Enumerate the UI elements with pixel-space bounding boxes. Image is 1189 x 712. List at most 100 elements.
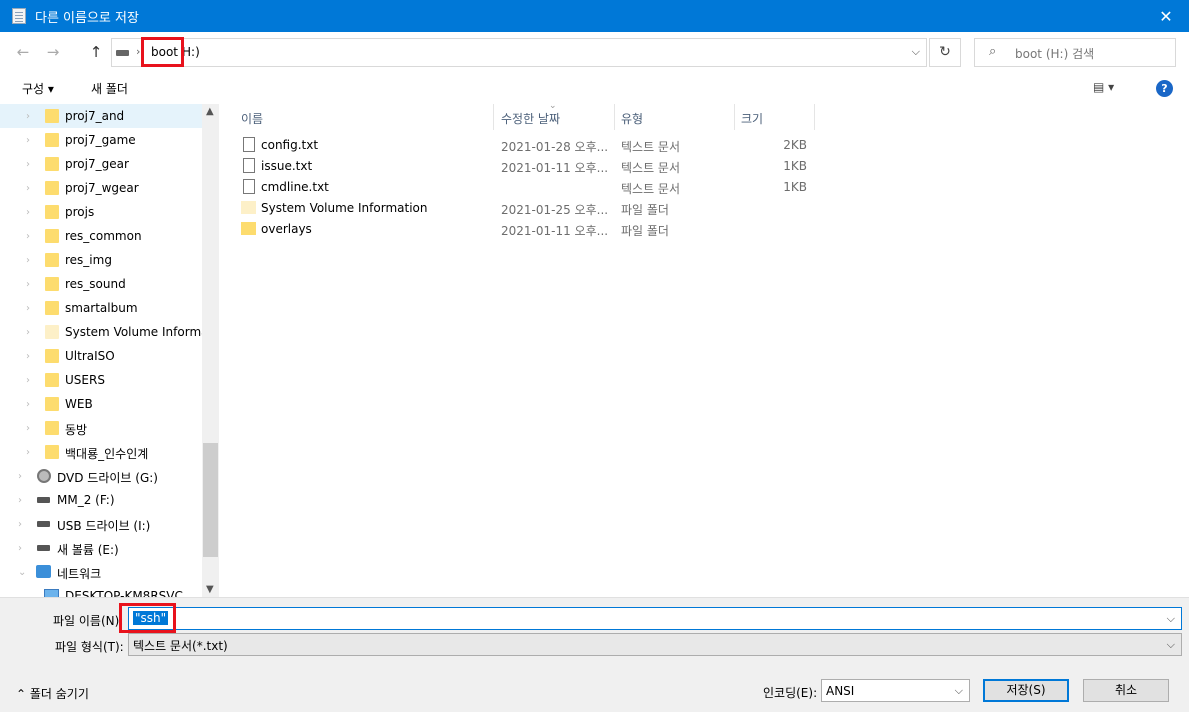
scroll-up-icon[interactable]: ▲	[206, 106, 214, 117]
text-file-icon	[243, 137, 255, 152]
file-row[interactable]: overlays 2021-01-11 오후... 파일 폴더	[219, 219, 1189, 240]
filename-dropdown-icon[interactable]: ⌵	[1167, 612, 1175, 626]
expand-chevron-icon[interactable]: ›	[18, 543, 22, 554]
expand-chevron-icon[interactable]: ›	[26, 447, 30, 458]
drive-icon	[116, 50, 129, 56]
scroll-thumb[interactable]	[203, 443, 218, 557]
file-name: issue.txt	[261, 159, 313, 173]
sidebar-item[interactable]: DESKTOP-KM8RSVC	[0, 584, 202, 597]
organize-button[interactable]: 구성 ▾	[22, 80, 54, 97]
sidebar-item[interactable]: › proj7_wgear	[0, 176, 202, 200]
sidebar-item[interactable]: › DVD 드라이브 (G:)	[0, 464, 202, 488]
sidebar-item[interactable]: › projs	[0, 200, 202, 224]
sidebar-item[interactable]: › res_sound	[0, 272, 202, 296]
sidebar-item[interactable]: › res_img	[0, 248, 202, 272]
expand-chevron-icon[interactable]: ›	[26, 375, 30, 386]
expand-chevron-icon[interactable]: ›	[26, 399, 30, 410]
column-header-date[interactable]: 수정한 날짜	[501, 104, 615, 130]
forward-arrow-icon[interactable]: →	[43, 42, 63, 62]
sidebar-item[interactable]: › 새 볼륨 (E:)	[0, 536, 202, 560]
save-options-panel: 파일 이름(N): "ssh" ⌵ 파일 형식(T): 텍스트 문서(*.txt…	[0, 597, 1189, 712]
expand-chevron-icon[interactable]: ›	[26, 135, 30, 146]
network-icon	[36, 565, 51, 578]
save-button[interactable]: 저장(S)	[983, 679, 1069, 702]
sidebar-item[interactable]: › WEB	[0, 392, 202, 416]
expand-chevron-icon[interactable]: ›	[26, 111, 30, 122]
expand-chevron-icon[interactable]: ›	[26, 351, 30, 362]
sort-arrow-icon: ⌄	[549, 101, 557, 111]
sidebar-item[interactable]: › proj7_gear	[0, 152, 202, 176]
file-name: cmdline.txt	[261, 180, 329, 194]
sidebar-item[interactable]: › USB 드라이브 (I:)	[0, 512, 202, 536]
sidebar-item[interactable]: › USERS	[0, 368, 202, 392]
file-row[interactable]: cmdline.txt 텍스트 문서 1KB	[219, 177, 1189, 198]
expand-chevron-icon[interactable]: ›	[26, 183, 30, 194]
navigation-scrollbar[interactable]: ▲ ▼	[202, 104, 219, 597]
navigation-pane[interactable]: › proj7_and › proj7_game › proj7_gear › proj7_w…	[0, 104, 202, 597]
encoding-value: ANSI	[826, 684, 855, 698]
folder-icon	[45, 301, 59, 315]
file-name: overlays	[261, 222, 312, 236]
sidebar-item-label: 새 볼륨 (E:)	[57, 543, 119, 557]
expand-chevron-icon[interactable]: ›	[18, 471, 22, 482]
search-icon: ⌕	[989, 44, 997, 59]
back-arrow-icon[interactable]: ←	[13, 42, 33, 62]
file-row[interactable]: System Volume Information 2021-01-25 오후..…	[219, 198, 1189, 219]
scroll-down-icon[interactable]: ▼	[206, 584, 214, 595]
address-bar[interactable]: › boot H:) ⌵	[111, 38, 927, 67]
folder-icon	[45, 229, 59, 243]
file-row[interactable]: issue.txt 2021-01-11 오후... 텍스트 문서 1KB	[219, 156, 1189, 177]
sidebar-item[interactable]: › smartalbum	[0, 296, 202, 320]
highlight-box-address	[141, 37, 184, 67]
sidebar-item[interactable]: › 백대룡_인수인계	[0, 440, 202, 464]
cancel-button[interactable]: 취소	[1083, 679, 1169, 702]
expand-chevron-icon[interactable]: ›	[26, 327, 30, 338]
expand-chevron-icon[interactable]: ⌄	[18, 567, 26, 578]
column-header-name[interactable]: 이름	[241, 104, 494, 130]
hide-folders-button[interactable]: ⌃ 폴더 숨기기	[16, 685, 89, 702]
expand-chevron-icon[interactable]: ›	[26, 159, 30, 170]
filename-label: 파일 이름(N):	[53, 614, 124, 628]
expand-chevron-icon[interactable]: ›	[26, 207, 30, 218]
sidebar-item-label: DVD 드라이브 (G:)	[57, 471, 158, 485]
expand-chevron-icon[interactable]: ›	[26, 279, 30, 290]
sidebar-item[interactable]: › 동방	[0, 416, 202, 440]
encoding-select[interactable]: ANSI ⌵	[821, 679, 970, 702]
file-type: 텍스트 문서	[621, 161, 681, 175]
sidebar-item-label: smartalbum	[65, 301, 138, 315]
sidebar-item[interactable]: › proj7_game	[0, 128, 202, 152]
column-header-type[interactable]: 유형	[621, 104, 735, 130]
sidebar-item[interactable]: › System Volume Informati	[0, 320, 202, 344]
address-dropdown-icon[interactable]: ⌵	[912, 45, 920, 59]
help-icon[interactable]: ?	[1156, 80, 1173, 97]
expand-chevron-icon[interactable]: ›	[26, 423, 30, 434]
filetype-dropdown-icon[interactable]: ⌵	[1167, 638, 1175, 652]
expand-chevron-icon[interactable]: ›	[26, 303, 30, 314]
column-header-size[interactable]: 크기	[741, 104, 815, 130]
breadcrumb-drive-letter[interactable]: H:)	[182, 45, 200, 59]
search-input[interactable]: ⌕ boot (H:) 검색	[974, 38, 1176, 67]
encoding-dropdown-icon[interactable]: ⌵	[955, 684, 963, 698]
close-button[interactable]: ✕	[1143, 0, 1189, 32]
expand-chevron-icon[interactable]: ›	[26, 255, 30, 266]
filename-input[interactable]: "ssh" ⌵	[128, 607, 1182, 630]
up-arrow-icon[interactable]: ↑	[86, 42, 106, 62]
dvd-drive-icon	[37, 469, 51, 483]
expand-chevron-icon[interactable]: ›	[18, 519, 22, 530]
expand-chevron-icon[interactable]: ›	[26, 231, 30, 242]
drive-icon	[37, 497, 50, 503]
view-options-button[interactable]: ▤ ▾	[1093, 80, 1114, 94]
sidebar-item[interactable]: › UltraISO	[0, 344, 202, 368]
refresh-button[interactable]: ↻	[929, 38, 961, 67]
new-folder-button[interactable]: 새 폴더	[91, 80, 128, 97]
sidebar-item[interactable]: › proj7_and	[0, 104, 202, 128]
file-date: 2021-01-25 오후...	[501, 203, 609, 217]
filetype-select[interactable]: 텍스트 문서(*.txt) ⌵	[128, 633, 1182, 656]
sidebar-item[interactable]: › MM_2 (F:)	[0, 488, 202, 512]
sidebar-item[interactable]: ⌄ 네트워크	[0, 560, 202, 584]
file-row[interactable]: config.txt 2021-01-28 오후... 텍스트 문서 2KB	[219, 135, 1189, 156]
sidebar-item[interactable]: › res_common	[0, 224, 202, 248]
breadcrumb-separator: ›	[136, 45, 141, 58]
file-list[interactable]: 이름 수정한 날짜 ⌄ 유형 크기 config.txt 2021-01-28 오…	[219, 101, 1189, 597]
expand-chevron-icon[interactable]: ›	[18, 495, 22, 506]
